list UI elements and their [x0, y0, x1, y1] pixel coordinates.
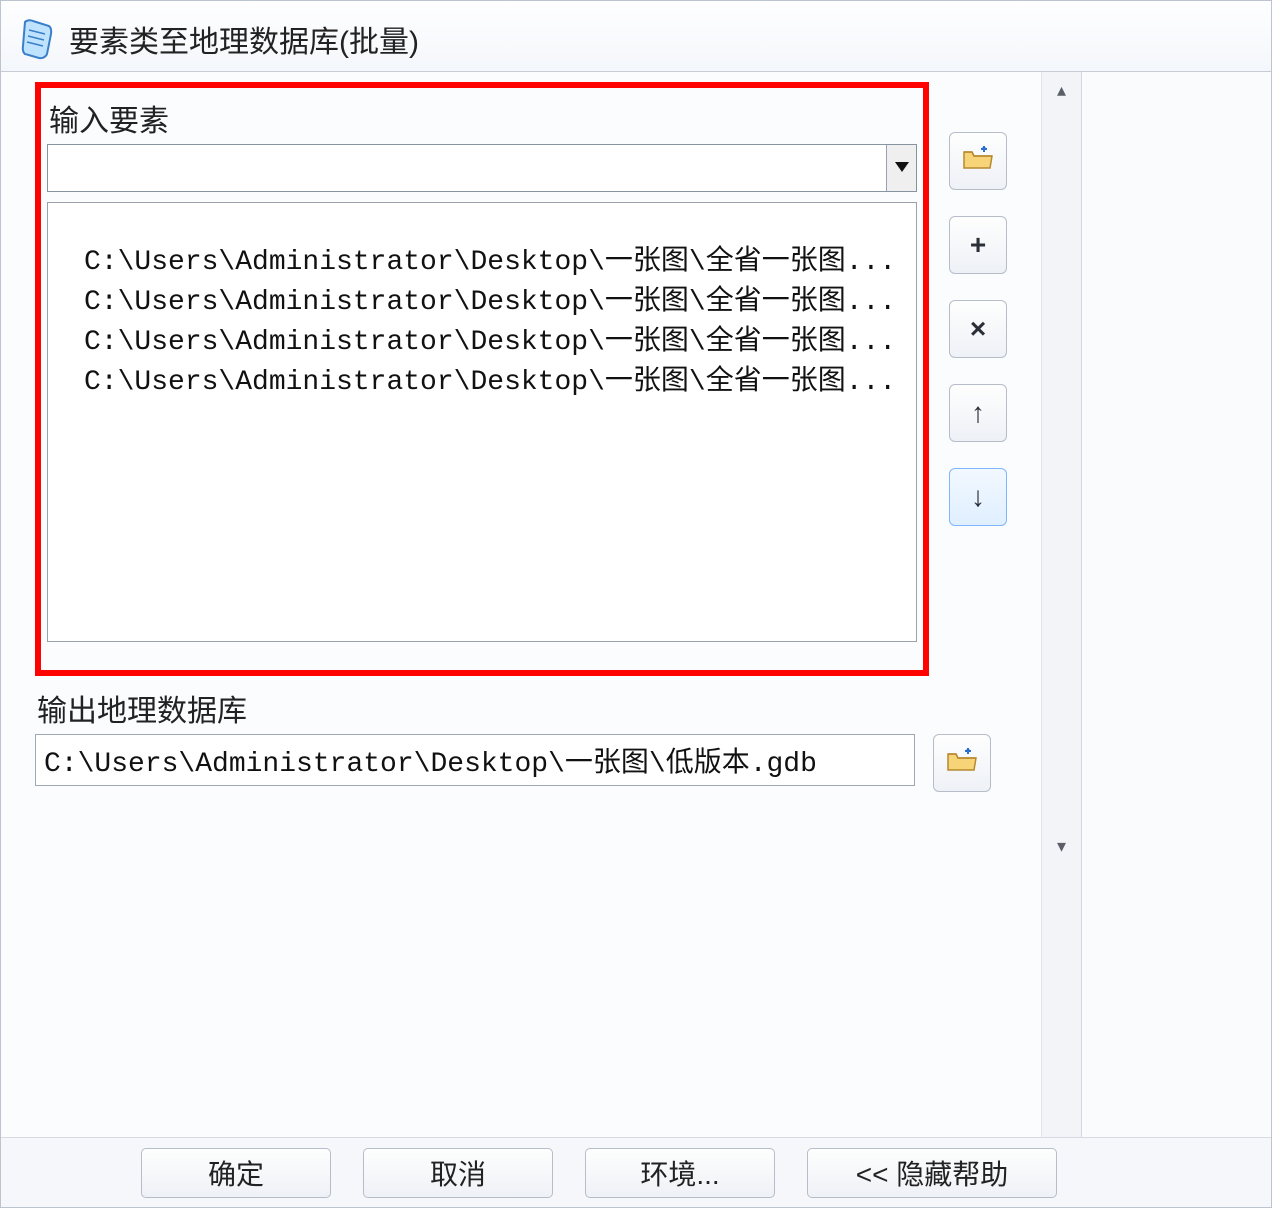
add-item-button[interactable]: +: [949, 216, 1007, 274]
cancel-button[interactable]: 取消: [363, 1148, 553, 1198]
vertical-scrollbar[interactable]: ▴ ▾: [1041, 72, 1081, 1137]
input-features-combobox[interactable]: [47, 144, 917, 192]
browse-output-button[interactable]: [933, 734, 991, 792]
input-features-listbox[interactable]: C:\Users\Administrator\Desktop\一张图\全省一张图…: [47, 202, 917, 642]
input-features-label: 输入要素: [47, 94, 917, 144]
environments-button[interactable]: 环境...: [585, 1148, 775, 1198]
scroll-up-icon[interactable]: ▴: [1057, 80, 1066, 101]
help-side-panel: [1081, 72, 1271, 1137]
list-item[interactable]: C:\Users\Administrator\Desktop\一张图\全省一张图…: [48, 321, 916, 361]
open-folder-icon: [962, 144, 994, 179]
main-panel: 输入要素 C:\Users\Administrator\Desktop\一张图\…: [1, 72, 1041, 1137]
output-geodatabase-input[interactable]: [35, 734, 915, 786]
remove-item-button[interactable]: ×: [949, 300, 1007, 358]
input-combo-row: [47, 144, 917, 192]
list-item[interactable]: C:\Users\Administrator\Desktop\一张图\全省一张图…: [48, 241, 916, 281]
output-geodatabase-group: 输出地理数据库: [35, 684, 991, 792]
dialog-body: 输入要素 C:\Users\Administrator\Desktop\一张图\…: [1, 71, 1271, 1137]
move-up-button[interactable]: ↑: [949, 384, 1007, 442]
input-features-group-highlighted: 输入要素 C:\Users\Administrator\Desktop\一张图\…: [35, 82, 929, 676]
list-item[interactable]: C:\Users\Administrator\Desktop\一张图\全省一张图…: [48, 361, 916, 401]
x-icon: ×: [970, 313, 986, 345]
chevron-down-icon: [895, 159, 909, 177]
dialog-footer: 确定 取消 环境... << 隐藏帮助: [1, 1137, 1271, 1207]
arrow-up-icon: ↑: [971, 397, 985, 429]
list-item[interactable]: C:\Users\Administrator\Desktop\一张图\全省一张图…: [48, 281, 916, 321]
output-row: [35, 734, 991, 792]
input-features-dropdown-button[interactable]: [886, 145, 916, 191]
move-down-button[interactable]: ↓: [949, 468, 1007, 526]
hide-help-button[interactable]: << 隐藏帮助: [807, 1148, 1057, 1198]
output-geodatabase-label: 输出地理数据库: [35, 684, 991, 734]
ok-button[interactable]: 确定: [141, 1148, 331, 1198]
open-folder-icon: [946, 746, 978, 781]
scroll-down-icon[interactable]: ▾: [1057, 836, 1066, 857]
plus-icon: +: [970, 229, 986, 261]
browse-input-button[interactable]: [949, 132, 1007, 190]
arrow-down-icon: ↓: [971, 481, 985, 513]
tool-dialog-window: 要素类至地理数据库(批量) 输入要素: [0, 0, 1272, 1208]
input-features-input[interactable]: [48, 145, 886, 191]
list-side-controls: + × ↑ ↓: [949, 212, 1007, 526]
window-title: 要素类至地理数据库(批量): [69, 17, 419, 61]
titlebar: 要素类至地理数据库(批量): [1, 1, 1271, 71]
list-blank-row: [48, 203, 916, 241]
script-tool-icon: [19, 18, 57, 60]
